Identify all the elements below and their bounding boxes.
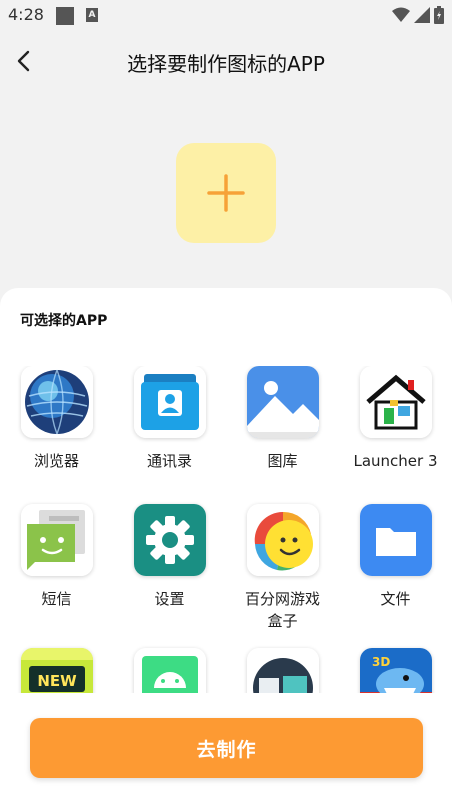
globe-icon xyxy=(20,366,93,438)
notification-square-icon xyxy=(56,7,74,25)
app-label: 短信 xyxy=(41,590,72,608)
android-icon xyxy=(133,648,206,693)
app-item-files[interactable]: 文件 xyxy=(339,504,452,610)
app-label: Launcher 3 xyxy=(353,452,438,470)
battery-icon xyxy=(434,6,444,24)
new-sign-icon: NEW xyxy=(20,648,93,693)
top-bar: 选择要制作图标的APP xyxy=(0,32,452,92)
status-time: 4:28 xyxy=(8,5,44,24)
cell-signal-icon xyxy=(414,7,430,23)
svg-text:3D: 3D xyxy=(372,655,390,669)
app-item-launcher3[interactable]: Launcher 3 xyxy=(339,366,452,472)
sheet-title: 可选择的APP xyxy=(20,313,108,329)
app-item-game-box[interactable]: 百分网游戏盒子 xyxy=(226,504,339,632)
go-make-button[interactable]: 去制作 xyxy=(30,718,423,778)
app-label: 百分网游戏盒子 xyxy=(244,590,320,630)
plus-icon xyxy=(207,174,245,212)
app-item-generic[interactable] xyxy=(226,648,339,693)
notification-a-icon: A xyxy=(86,8,98,22)
app-label: 浏览器 xyxy=(33,452,79,470)
app-item-shark-game[interactable]: 3D xyxy=(339,648,452,693)
app-label: 图库 xyxy=(267,452,298,470)
page-title: 选择要制作图标的APP xyxy=(127,52,325,76)
svg-text:NEW: NEW xyxy=(37,672,77,690)
app-label: 设置 xyxy=(154,590,185,608)
folder-icon xyxy=(359,504,432,576)
app-item-settings[interactable]: 设置 xyxy=(113,504,226,610)
gallery-icon xyxy=(246,366,319,438)
settings-gear-icon xyxy=(133,504,206,576)
game-box-icon xyxy=(246,504,319,576)
sms-icon xyxy=(20,504,93,576)
app-item-browser[interactable]: 浏览器 xyxy=(0,366,113,472)
app-grid: 浏览器 通讯录 图库 Launcher 3 短信 设置 百分网游戏盒子 文件 N… xyxy=(0,366,452,693)
contacts-icon xyxy=(133,366,206,438)
app-item-sms[interactable]: 短信 xyxy=(0,504,113,610)
wifi-icon xyxy=(392,7,410,22)
app-item-contacts[interactable]: 通讯录 xyxy=(113,366,226,472)
status-bar: 4:28 A xyxy=(0,0,452,32)
app-item-gallery[interactable]: 图库 xyxy=(226,366,339,472)
launcher-house-icon xyxy=(359,366,432,438)
add-app-tile[interactable] xyxy=(176,143,276,243)
app-item-android[interactable] xyxy=(113,648,226,693)
app-item-new[interactable]: NEW xyxy=(0,648,113,693)
app-label: 文件 xyxy=(380,590,411,608)
app-label: 通讯录 xyxy=(146,452,192,470)
3d-shark-game-icon: 3D xyxy=(359,648,432,693)
app-icon xyxy=(246,648,319,693)
